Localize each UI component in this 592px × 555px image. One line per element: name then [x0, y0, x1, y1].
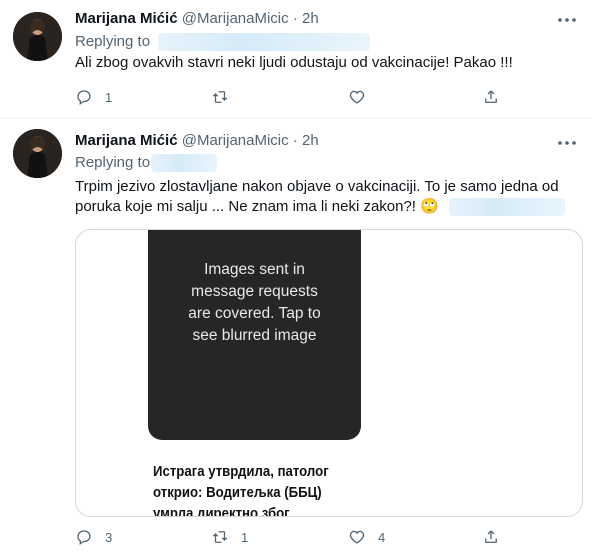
retweet-count: 1	[241, 529, 249, 545]
author-handle[interactable]: @MarijanaMicic	[182, 132, 289, 149]
retweet-icon	[212, 91, 228, 103]
tweet-text-line2: poruka koje mi salju ... Ne znam ima li …	[75, 198, 416, 215]
tweet-text-line: Trpim jezivo zlostavljane nakon objave o…	[75, 178, 559, 195]
author-name[interactable]: Marijana Mićić	[75, 132, 178, 149]
author-handle[interactable]: @MarijanaMicic	[182, 10, 289, 27]
covered-message-line: message requests	[191, 283, 318, 300]
more-icon[interactable]	[556, 12, 578, 32]
tweet[interactable]: Marijana Mićić @MarijanaMicic · 2h Reply…	[0, 119, 592, 555]
like-button[interactable]	[348, 86, 378, 108]
covered-message-line: Images sent in	[204, 261, 305, 278]
tweet-text: Trpim jezivo zlostavljane nakon objave o…	[75, 177, 575, 217]
covered-message-line: are covered. Tap to	[188, 305, 321, 322]
reply-icon	[77, 530, 91, 546]
retweet-icon	[212, 531, 228, 543]
author-name[interactable]: Marijana Mićić	[75, 10, 178, 27]
reply-icon	[77, 90, 91, 106]
share-icon	[485, 530, 497, 543]
covered-image[interactable]: Images sent in message requests are cove…	[148, 230, 361, 440]
headline-line: открио: Водитељка (ББЦ)	[153, 484, 322, 501]
blurred-mention[interactable]	[158, 33, 371, 52]
blurred-mention[interactable]	[449, 198, 566, 217]
like-icon	[349, 90, 365, 104]
replying-to: Replying to	[75, 153, 218, 173]
timestamp[interactable]: 2h	[302, 10, 319, 27]
like-button[interactable]: 4	[348, 526, 385, 548]
media-headline: Истрага утврдила, патолог открио: Водите…	[153, 461, 338, 517]
blurred-mention[interactable]	[151, 154, 218, 173]
tweet-header: Marijana Mićić @MarijanaMicic · 2h	[75, 131, 319, 151]
separator-dot: ·	[292, 10, 298, 27]
separator-dot: ·	[292, 132, 298, 149]
covered-image-message: Images sent in message requests are cove…	[148, 259, 361, 347]
tweet-actions: 3 1 4	[75, 526, 515, 548]
share-button[interactable]	[482, 526, 500, 548]
tweet-text: Ali zbog ovakvih stavri neki ljudi odust…	[75, 54, 513, 71]
replying-label: Replying to	[75, 154, 151, 171]
tweet-header: Marijana Mićić @MarijanaMicic · 2h	[75, 9, 319, 29]
retweet-button[interactable]: 1	[211, 526, 248, 548]
avatar[interactable]	[13, 129, 62, 178]
tweet-actions: 1	[75, 86, 515, 108]
more-icon[interactable]	[556, 135, 578, 155]
avatar[interactable]	[13, 12, 62, 61]
rolling-eyes-emoji: 🙄	[420, 198, 439, 215]
reply-count: 3	[105, 529, 113, 545]
like-count: 4	[378, 529, 386, 545]
tweet-media[interactable]: Images sent in message requests are cove…	[75, 229, 583, 517]
tweet-text-line: poruka koje mi salju ... Ne znam ima li …	[75, 197, 575, 217]
headline-line: Истрага утврдила, патолог	[153, 463, 329, 480]
like-icon	[349, 530, 365, 544]
replying-label: Replying to	[75, 33, 151, 50]
reply-button[interactable]: 3	[75, 526, 112, 548]
tweet[interactable]: Marijana Mićić @MarijanaMicic · 2h Reply…	[0, 0, 592, 119]
retweet-button[interactable]	[211, 86, 241, 108]
reply-button[interactable]: 1	[75, 86, 112, 108]
share-icon	[485, 90, 497, 103]
timestamp[interactable]: 2h	[302, 132, 319, 149]
covered-message-line: see blurred image	[192, 327, 317, 344]
reply-count: 1	[105, 89, 113, 105]
replying-to: Replying to	[75, 32, 371, 52]
headline-line: умрла директно због	[153, 505, 290, 517]
share-button[interactable]	[482, 86, 500, 108]
